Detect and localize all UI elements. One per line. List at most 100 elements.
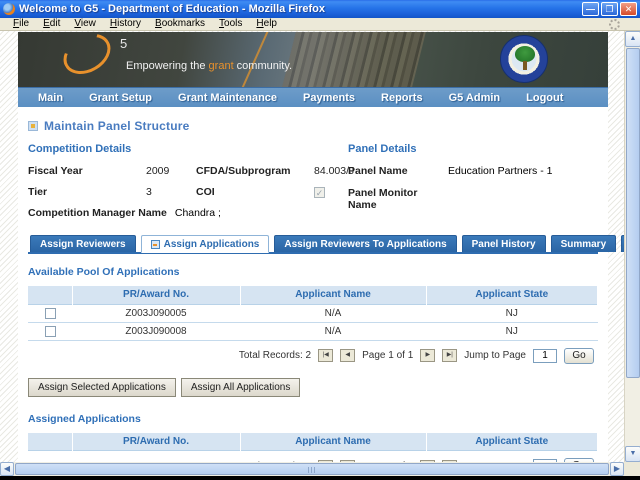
tier-value: 3 (146, 186, 152, 198)
total-records: Total Records: 2 (238, 350, 312, 361)
restore-button[interactable]: ❐ (601, 2, 618, 16)
competition-manager-value: Chandra ; (174, 207, 221, 219)
nav-reports[interactable]: Reports (381, 92, 423, 104)
nav-payments[interactable]: Payments (303, 92, 355, 104)
fiscal-year-label: Fiscal Year (28, 165, 83, 177)
panel-details-section: Panel Details Panel Name Education Partn… (348, 143, 598, 219)
tab-assign-reviewers-to-applications[interactable]: Assign Reviewers To Applications (274, 235, 457, 252)
page-title-icon (28, 121, 38, 131)
tab-panel-history[interactable]: Panel History (461, 235, 546, 252)
nav-main[interactable]: Main (38, 92, 63, 104)
last-page-button[interactable]: ▶| (442, 349, 458, 362)
tab-bar: Assign Reviewers Assign Applications Ass… (28, 235, 624, 254)
applicant-state-cell: NJ (426, 304, 598, 323)
tab-assign-reviewers[interactable]: Assign Reviewers (30, 235, 136, 252)
nav-g5-admin[interactable]: G5 Admin (449, 92, 501, 104)
firefox-icon (3, 3, 15, 15)
cfda-label: CFDA/Subprogram (196, 165, 291, 177)
menu-history[interactable]: History (103, 18, 148, 30)
col-applicant-name: Applicant Name (240, 432, 427, 451)
active-tab-icon (150, 240, 160, 249)
go-button[interactable]: Go (564, 347, 594, 364)
tab-assign-applications[interactable]: Assign Applications (140, 235, 270, 253)
screen-bottom-edge (0, 476, 640, 480)
main-nav: Main Grant Setup Grant Maintenance Payme… (18, 87, 608, 107)
horizontal-scrollbar[interactable]: ◀ ▶ (0, 462, 624, 476)
available-pool-heading: Available Pool Of Applications (28, 266, 180, 278)
tab-summary[interactable]: Summary (550, 235, 617, 252)
page-viewport: 5 Empowering the grant community. Main G… (0, 31, 624, 462)
assigned-applications-table: PR/Award No. Applicant Name Applicant St… (28, 432, 598, 452)
vertical-scrollbar-thumb[interactable] (626, 48, 640, 378)
banner-tagline: Empowering the grant community. (126, 60, 293, 72)
title-bar: Welcome to G5 - Department of Education … (0, 0, 640, 18)
table-row: Z003J090005 N/A NJ (28, 304, 598, 323)
first-page-button[interactable]: |◀ (318, 349, 334, 362)
assigned-applications-heading: Assigned Applications (28, 412, 141, 425)
fiscal-year-value: 2009 (146, 165, 170, 177)
col-pr-award: PR/Award No. (72, 286, 241, 304)
scroll-down-button[interactable]: ▼ (625, 446, 640, 462)
nav-grant-setup[interactable]: Grant Setup (89, 92, 152, 104)
col-applicant-name: Applicant Name (240, 286, 427, 304)
applicant-state-cell: NJ (426, 322, 598, 341)
jump-to-page-label: Jump to Page (464, 350, 526, 361)
available-applications-table: PR/Award No. Applicant Name Applicant St… (28, 286, 598, 341)
scrollbar-corner (624, 462, 640, 476)
panel-monitor-label: Panel Monitor Name (348, 187, 418, 211)
panel-details-heading: Panel Details (348, 143, 417, 155)
horizontal-scrollbar-thumb[interactable] (15, 463, 609, 475)
scroll-left-button[interactable]: ◀ (0, 462, 14, 476)
window-title: Welcome to G5 - Department of Education … (19, 3, 325, 15)
vertical-scrollbar[interactable]: ▲ ▼ (624, 31, 640, 462)
col-applicant-state: Applicant State (426, 432, 598, 451)
application-checkbox[interactable] (44, 307, 56, 319)
browser-window: Welcome to G5 - Department of Education … (0, 0, 640, 480)
applicant-name-cell: N/A (240, 304, 426, 323)
g5-logo-5: 5 (120, 36, 128, 51)
prev-page-button[interactable]: ◀ (340, 349, 356, 362)
library-photo (282, 32, 427, 87)
g5-logo: 5 (56, 32, 127, 83)
assign-selected-applications-button[interactable]: Assign Selected Applications (28, 377, 176, 397)
nav-logout[interactable]: Logout (526, 92, 563, 104)
close-button[interactable]: ✕ (620, 2, 637, 16)
menu-edit[interactable]: Edit (36, 18, 67, 30)
application-checkbox[interactable] (44, 325, 56, 337)
panel-name-value: Education Partners - 1 (448, 165, 553, 177)
pr-award-cell: Z003J090005 (72, 304, 240, 323)
menu-tools[interactable]: Tools (212, 18, 249, 30)
coi-checkbox: ✓ (314, 186, 325, 198)
checkbox-column-header (28, 432, 73, 451)
assign-all-applications-button[interactable]: Assign All Applications (180, 377, 301, 397)
panel-name-label: Panel Name (348, 165, 408, 177)
competition-details-heading: Competition Details (28, 143, 132, 155)
nav-grant-maintenance[interactable]: Grant Maintenance (178, 92, 277, 104)
department-of-education-seal (500, 35, 548, 83)
available-pagination: Total Records: 2 |◀ ◀ Page 1 of 1 ▶ ▶| J… (28, 347, 594, 364)
minimize-button[interactable]: — (582, 2, 599, 16)
seal-tree-icon (515, 46, 535, 62)
page-content: Maintain Panel Structure Competition Det… (18, 107, 624, 462)
pr-award-cell: Z003J090008 (72, 322, 240, 341)
page-title: Maintain Panel Structure (44, 119, 190, 133)
col-pr-award: PR/Award No. (72, 432, 241, 451)
applicant-name-cell: N/A (240, 322, 426, 341)
col-applicant-state: Applicant State (426, 286, 598, 304)
competition-details-section: Competition Details Fiscal Year 2009 CFD… (28, 143, 354, 219)
checkbox-column-header (28, 286, 73, 304)
next-page-button[interactable]: ▶ (420, 349, 436, 362)
jump-to-page-input[interactable] (533, 348, 557, 363)
menu-help[interactable]: Help (249, 18, 284, 30)
scroll-right-button[interactable]: ▶ (610, 462, 624, 476)
competition-manager-label: Competition Manager Name (28, 207, 167, 219)
menu-view[interactable]: View (67, 18, 103, 30)
scroll-up-button[interactable]: ▲ (625, 31, 640, 47)
tier-label: Tier (28, 186, 48, 198)
coi-label: COI (196, 186, 215, 198)
menu-bookmarks[interactable]: Bookmarks (148, 18, 212, 30)
table-row: Z003J090008 N/A NJ (28, 322, 598, 341)
menu-file[interactable]: File (6, 18, 36, 30)
g5-banner: 5 Empowering the grant community. (18, 32, 608, 87)
throbber-icon (609, 19, 620, 30)
